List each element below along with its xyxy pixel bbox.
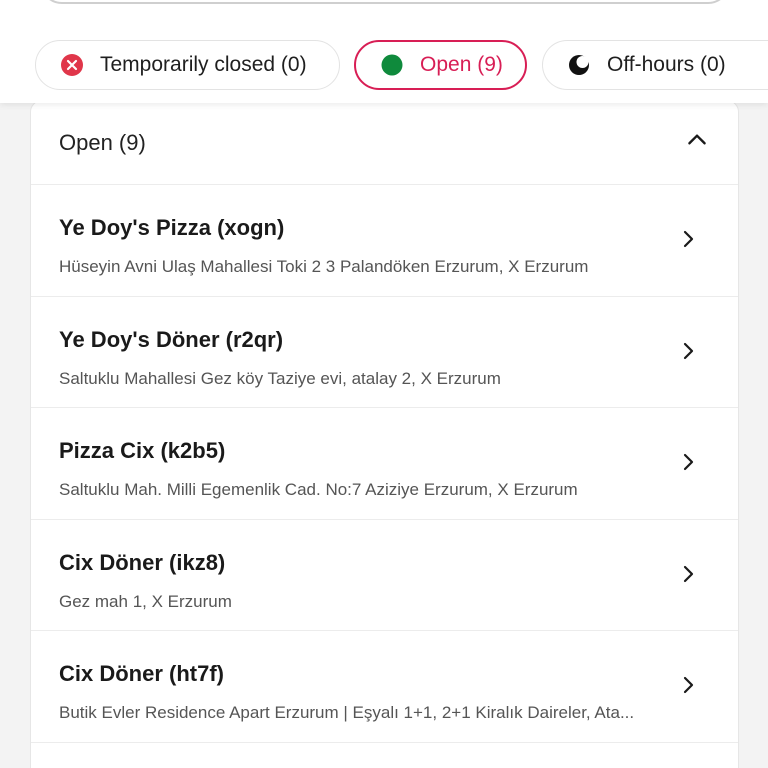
filter-chip-off-hours[interactable]: Off-hours (0) — [542, 40, 768, 90]
filter-chip-temporarily-closed[interactable]: Temporarily closed (0) — [35, 40, 340, 90]
search-input[interactable] — [40, 0, 730, 4]
moon-icon — [567, 53, 591, 77]
chevron-right-icon — [676, 673, 700, 697]
chevron-right-icon — [676, 227, 700, 251]
store-address: Saltuklu Mahallesi Gez köy Taziye evi, a… — [59, 368, 501, 388]
green-dot-icon — [380, 53, 404, 77]
store-row[interactable]: Ye Doy's Döner (r2qr) Saltuklu Mahallesi… — [31, 297, 738, 408]
store-address: Butik Evler Residence Apart Erzurum | Eş… — [59, 703, 635, 722]
chevron-right-icon — [676, 450, 700, 474]
store-row[interactable]: Cix Döner (ikz8) Gez mah 1, X Erzurum — [31, 520, 738, 631]
filter-chip-label: Off-hours (0) — [607, 53, 726, 76]
filter-chips: Temporarily closed (0) Open (9) Off-hour… — [0, 40, 768, 90]
close-circle-icon — [60, 53, 84, 77]
store-row[interactable]: Cix Döner (ht7f) Butik Evler Residence A… — [31, 631, 738, 743]
store-row[interactable]: Pizza Cix (k2b5) Saltuklu Mah. Milli Ege… — [31, 408, 738, 520]
filter-bar: Temporarily closed (0) Open (9) Off-hour… — [0, 0, 768, 103]
store-name: Cix Döner (ikz8) — [59, 549, 226, 575]
chevron-right-icon — [676, 562, 700, 586]
section-header-open[interactable]: Open (9) — [31, 101, 738, 185]
chevron-right-icon — [676, 339, 700, 363]
store-list-panel: Open (9) Ye Doy's Pizza (xogn) Hüseyin A… — [30, 100, 739, 768]
store-address: Gez mah 1, X Erzurum — [59, 591, 232, 611]
store-row[interactable]: Ye Doy's Pizza (xogn) Hüseyin Avni Ulaş … — [31, 185, 738, 297]
store-name: Ye Doy's Döner (r2qr) — [59, 326, 284, 352]
store-address: Saltuklu Mah. Milli Egemenlik Cad. No:7 … — [59, 480, 578, 499]
filter-chip-label: Temporarily closed (0) — [100, 53, 307, 76]
filter-chip-open[interactable]: Open (9) — [354, 40, 527, 90]
store-name: Pizza Cix (k2b5) — [59, 438, 226, 463]
section-title: Open (9) — [59, 129, 146, 155]
filter-chip-label: Open (9) — [420, 53, 503, 76]
store-address: Hüseyin Avni Ulaş Mahallesi Toki 2 3 Pal… — [59, 257, 589, 276]
store-name: Ye Doy's Pizza (xogn) — [59, 215, 285, 240]
chevron-up-icon[interactable] — [684, 127, 710, 158]
store-name: Cix Döner (ht7f) — [59, 661, 224, 686]
